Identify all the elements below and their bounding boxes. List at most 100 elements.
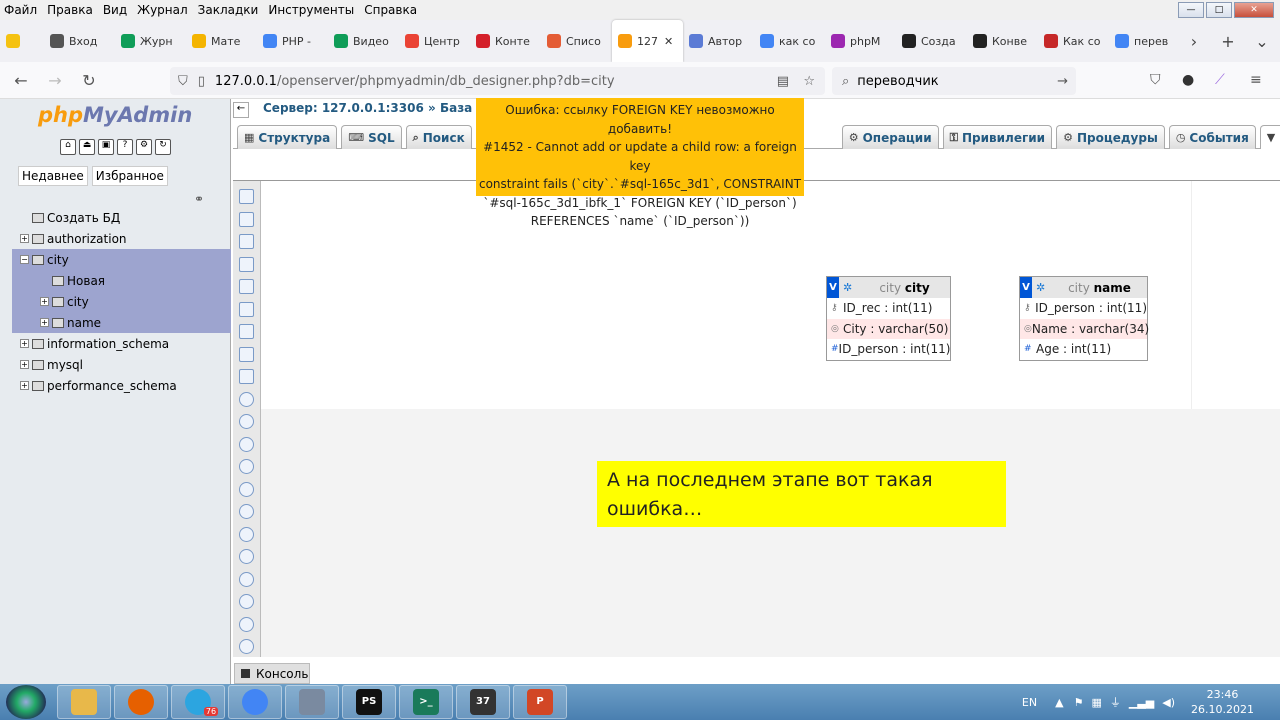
taskbar-app-firefox[interactable] bbox=[114, 685, 168, 719]
main-tab[interactable]: ▦ Структура bbox=[237, 125, 338, 149]
table-column-row[interactable]: ⚷ ID_person : int(11) bbox=[1020, 298, 1147, 319]
expand-icon[interactable]: + bbox=[20, 381, 29, 390]
designer-tool-icon[interactable] bbox=[239, 414, 254, 429]
collapse-icon[interactable]: − bbox=[20, 255, 29, 264]
designer-tool-icon[interactable] bbox=[239, 549, 254, 564]
bookmark-star-icon[interactable]: ☆ bbox=[803, 74, 815, 89]
designer-tool-icon[interactable] bbox=[239, 481, 254, 497]
table-column-row[interactable]: ◎ City : varchar(50) bbox=[827, 318, 950, 339]
expand-icon[interactable]: + bbox=[20, 339, 29, 348]
designer-tool-icon[interactable] bbox=[239, 346, 254, 362]
expand-icon[interactable]: + bbox=[40, 318, 49, 327]
gear-icon[interactable]: ✲ bbox=[843, 281, 859, 294]
main-tab[interactable]: ⚙ Операции bbox=[841, 125, 939, 149]
url-bar[interactable]: ⛉ ▯ 127.0.0.1/openserver/phpmyadmin/db_d… bbox=[170, 67, 825, 95]
browser-tab[interactable]: Центр bbox=[399, 20, 470, 62]
reader-view-icon[interactable]: ▤ bbox=[777, 74, 789, 89]
account-icon[interactable]: ● bbox=[1182, 72, 1194, 88]
browser-tab[interactable]: Списо bbox=[541, 20, 612, 62]
designer-tool-icon[interactable] bbox=[239, 189, 254, 204]
taskbar-app-video-editor[interactable]: 37 bbox=[456, 685, 510, 719]
shield-icon[interactable]: ⛉ bbox=[178, 74, 188, 89]
table-column-row[interactable]: ◎ Name : varchar(34) bbox=[1020, 318, 1149, 339]
taskbar-app-console[interactable]: >_ bbox=[399, 685, 453, 719]
pinned-tab[interactable] bbox=[0, 20, 44, 62]
tree-item[interactable]: + authorization bbox=[12, 228, 231, 249]
clock[interactable]: 23:46 26.10.2021 bbox=[1191, 687, 1254, 717]
pma-logo[interactable]: phpMyAdmin bbox=[38, 103, 192, 127]
main-tab[interactable]: ⌨ SQL bbox=[341, 125, 402, 149]
designer-tool-icon[interactable] bbox=[239, 616, 254, 632]
designer-table[interactable]: V ✲ city city ⚷ ID_rec : int(11) ◎ City : varc… bbox=[826, 276, 951, 361]
gear-icon[interactable]: ✲ bbox=[1036, 281, 1052, 294]
db-breadcrumb[interactable]: База bbox=[440, 101, 472, 115]
designer-tool-icon[interactable] bbox=[239, 279, 254, 294]
menu-item[interactable]: Справка bbox=[364, 3, 417, 17]
toggle-columns-button[interactable]: V bbox=[1020, 277, 1032, 298]
server-breadcrumb[interactable]: Сервер: 127.0.0.1:3306 bbox=[263, 101, 424, 115]
designer-tool-icon[interactable] bbox=[239, 391, 254, 407]
minimize-button[interactable]: — bbox=[1178, 2, 1204, 18]
favorites-tab[interactable]: Избранное bbox=[91, 166, 168, 186]
designer-tool-icon[interactable] bbox=[239, 571, 254, 587]
recent-tab[interactable]: Недавнее bbox=[18, 166, 88, 186]
table-column-row[interactable]: # Age : int(11) bbox=[1020, 339, 1147, 360]
designer-tool-icon[interactable] bbox=[239, 594, 254, 609]
menu-item[interactable]: Инструменты bbox=[268, 3, 354, 17]
flag-icon[interactable]: ⚑ bbox=[1074, 696, 1084, 709]
designer-tool-icon[interactable] bbox=[239, 436, 254, 452]
designer-tool-icon[interactable] bbox=[239, 324, 254, 339]
pocket-icon[interactable]: ⛉ bbox=[1150, 72, 1161, 88]
tree-item[interactable]: + name bbox=[12, 312, 231, 333]
new-tab-button[interactable]: + bbox=[1214, 32, 1242, 51]
browser-tab[interactable]: Вход bbox=[44, 20, 115, 62]
browser-tab[interactable]: Конве bbox=[967, 20, 1038, 62]
taskbar-app-chrome[interactable] bbox=[228, 685, 282, 719]
close-window-button[interactable]: ✕ bbox=[1234, 2, 1274, 18]
designer-tool-icon[interactable] bbox=[239, 234, 254, 249]
browser-tab[interactable]: Журн bbox=[115, 20, 186, 62]
taskbar-app-telegram[interactable]: 76 bbox=[171, 685, 225, 719]
tree-item[interactable]: Новая bbox=[12, 270, 231, 291]
main-tab[interactable]: ◷ События bbox=[1168, 125, 1256, 149]
browser-tab[interactable]: PHP - bbox=[257, 20, 328, 62]
browser-tab[interactable]: как со bbox=[754, 20, 825, 62]
language-indicator[interactable]: EN bbox=[1022, 696, 1037, 709]
menu-item[interactable]: Журнал bbox=[137, 3, 188, 17]
forward-icon[interactable]: → bbox=[38, 71, 72, 90]
taskbar-app-phpstorm[interactable]: PS bbox=[342, 685, 396, 719]
browser-tab[interactable]: Как со bbox=[1038, 20, 1109, 62]
tab-list-button[interactable]: ⌄ bbox=[1248, 32, 1276, 51]
search-input[interactable]: переводчик bbox=[857, 74, 938, 89]
menu-item[interactable]: Закладки bbox=[198, 3, 259, 17]
network-icon[interactable]: ▦ bbox=[1091, 696, 1101, 709]
tabs-scroll-right-button[interactable]: › bbox=[1180, 32, 1208, 51]
table-column-row[interactable]: # ID_person : int(11) bbox=[827, 339, 950, 360]
browser-tab[interactable]: phpM bbox=[825, 20, 896, 62]
expand-icon[interactable]: + bbox=[40, 297, 49, 306]
menu-icon[interactable]: ≡ bbox=[1250, 72, 1262, 88]
main-tab[interactable]: ⚙ Процедуры bbox=[1056, 125, 1165, 149]
browser-tab[interactable]: 127 ✕ bbox=[612, 20, 683, 62]
start-button[interactable] bbox=[6, 685, 46, 719]
browser-tab[interactable]: Созда bbox=[896, 20, 967, 62]
tree-item[interactable]: − city bbox=[12, 249, 231, 270]
close-tab-icon[interactable]: ✕ bbox=[664, 35, 673, 48]
docs-icon[interactable]: ? bbox=[117, 139, 133, 155]
logout-icon[interactable]: ⏏ bbox=[79, 139, 95, 155]
usb-icon[interactable]: ⏚ bbox=[1110, 694, 1121, 710]
settings-icon[interactable]: ⚙ bbox=[136, 139, 152, 155]
designer-tool-icon[interactable] bbox=[239, 369, 254, 384]
extension-icon[interactable]: ⟋ bbox=[1215, 72, 1225, 88]
menu-item[interactable]: Файл bbox=[4, 3, 37, 17]
tree-item[interactable]: + information_schema bbox=[12, 333, 231, 354]
reload-icon[interactable]: ↻ bbox=[72, 71, 106, 90]
browser-tab[interactable]: Мате bbox=[186, 20, 257, 62]
browser-tab[interactable]: Автор bbox=[683, 20, 754, 62]
tree-item[interactable]: + performance_schema bbox=[12, 375, 231, 396]
volume-icon[interactable]: ◀) bbox=[1162, 696, 1175, 709]
back-icon[interactable]: ← bbox=[4, 71, 38, 90]
reload-nav-icon[interactable]: ↻ bbox=[155, 139, 171, 155]
main-tab[interactable]: ▼Ещё bbox=[1259, 125, 1280, 149]
maximize-button[interactable]: □ bbox=[1206, 2, 1232, 18]
